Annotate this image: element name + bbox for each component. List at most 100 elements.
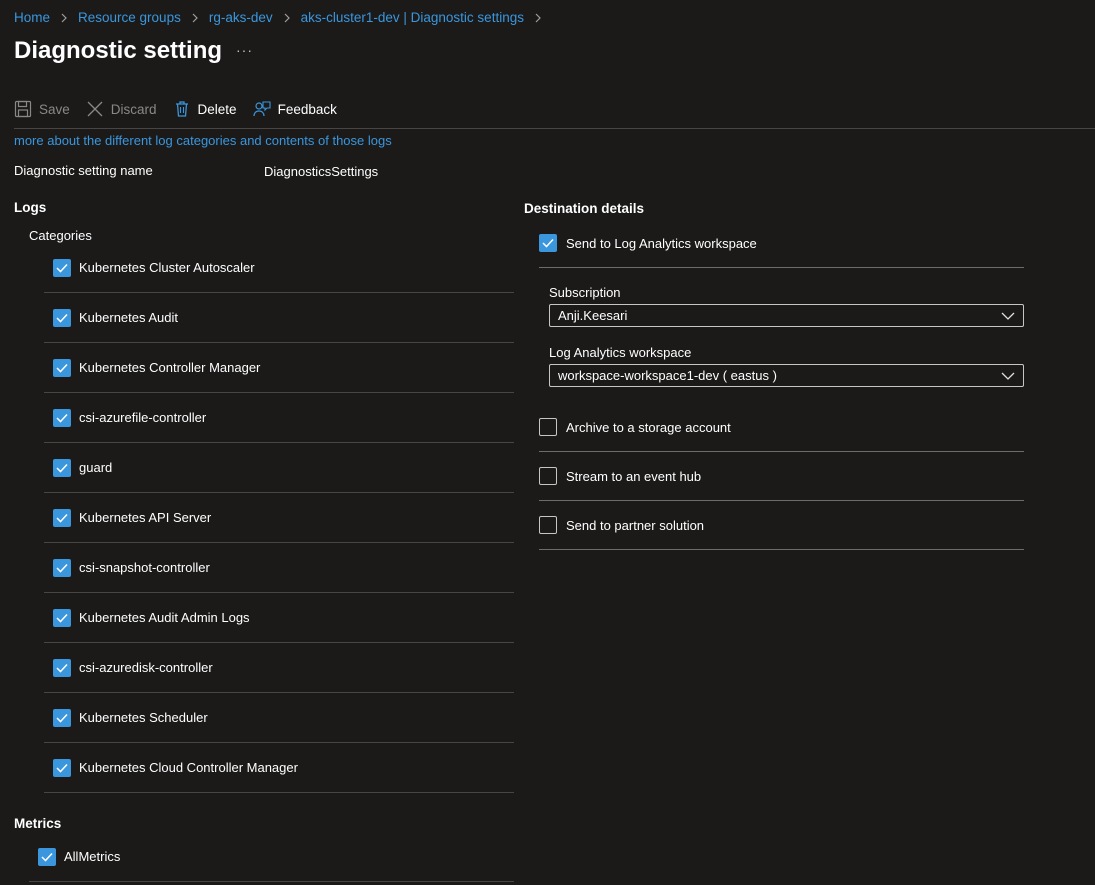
- checkmark-icon: [56, 763, 68, 773]
- checkmark-icon: [56, 563, 68, 573]
- feedback-button[interactable]: Feedback: [252, 100, 337, 118]
- trash-icon: [173, 100, 191, 118]
- chevron-down-icon: [1001, 312, 1015, 320]
- log-category-row[interactable]: Kubernetes Cluster Autoscaler: [44, 243, 514, 293]
- page-title: Diagnostic setting: [14, 37, 223, 64]
- event-hub-label: Stream to an event hub: [566, 468, 702, 484]
- log-category-checkbox[interactable]: [53, 758, 71, 777]
- discard-label: Discard: [110, 101, 157, 117]
- log-category-label: Kubernetes Audit Admin Logs: [79, 610, 250, 625]
- log-analytics-checkbox[interactable]: [539, 234, 557, 252]
- chevron-right-icon: [283, 13, 291, 23]
- log-category-checkbox[interactable]: [53, 558, 71, 577]
- breadcrumb-diagnostic-settings[interactable]: aks-cluster1-dev | Diagnostic settings: [301, 10, 524, 25]
- logs-heading: Logs: [14, 200, 47, 215]
- log-category-checkbox[interactable]: [53, 258, 71, 277]
- checkmark-icon: [542, 238, 554, 248]
- log-category-checkbox[interactable]: [53, 308, 71, 327]
- categories-label: Categories: [29, 228, 92, 243]
- log-categories-list: Kubernetes Cluster Autoscaler Kubernetes …: [44, 243, 514, 793]
- checkmark-icon: [56, 663, 68, 673]
- subscription-label: Subscription: [549, 285, 621, 300]
- log-category-checkbox[interactable]: [53, 708, 71, 727]
- checkmark-icon: [56, 613, 68, 623]
- partner-label: Send to partner solution: [566, 517, 705, 533]
- checkmark-icon: [56, 413, 68, 423]
- chevron-right-icon: [534, 13, 542, 23]
- log-category-label: Kubernetes Controller Manager: [79, 360, 261, 375]
- log-category-row[interactable]: Kubernetes Cloud Controller Manager: [44, 743, 514, 793]
- log-category-row[interactable]: csi-azuredisk-controller: [44, 643, 514, 693]
- checkmark-icon: [56, 463, 68, 473]
- log-category-label: Kubernetes API Server: [79, 510, 212, 525]
- dest-archive-row[interactable]: Archive to a storage account: [539, 403, 1024, 452]
- setting-name-label: Diagnostic setting name: [14, 163, 153, 178]
- log-categories-info-link[interactable]: more about the different log categories …: [14, 133, 392, 148]
- log-category-label: csi-azuredisk-controller: [79, 660, 213, 675]
- log-category-checkbox[interactable]: [53, 608, 71, 627]
- checkmark-icon: [56, 363, 68, 373]
- dest-event-hub-row[interactable]: Stream to an event hub: [539, 452, 1024, 501]
- subscription-select[interactable]: Anji.Keesari: [549, 304, 1024, 327]
- chevron-right-icon: [191, 13, 199, 23]
- log-category-label: Kubernetes Cluster Autoscaler: [79, 260, 255, 275]
- archive-checkbox[interactable]: [539, 418, 557, 436]
- more-options-button[interactable]: ···: [236, 42, 253, 58]
- dest-log-analytics-row[interactable]: Send to Log Analytics workspace: [539, 219, 1024, 268]
- event-hub-checkbox[interactable]: [539, 467, 557, 485]
- log-category-row[interactable]: Kubernetes Audit: [44, 293, 514, 343]
- log-category-row[interactable]: csi-snapshot-controller: [44, 543, 514, 593]
- log-category-label: Kubernetes Cloud Controller Manager: [79, 760, 298, 775]
- log-analytics-label: Send to Log Analytics workspace: [566, 235, 757, 251]
- close-icon: [86, 100, 104, 118]
- partner-checkbox[interactable]: [539, 516, 557, 534]
- breadcrumb: Home Resource groups rg-aks-dev aks-clus…: [14, 10, 552, 25]
- destination-heading: Destination details: [524, 201, 645, 216]
- chevron-right-icon: [60, 13, 68, 23]
- log-category-row[interactable]: csi-azurefile-controller: [44, 393, 514, 443]
- log-category-row[interactable]: Kubernetes API Server: [44, 493, 514, 543]
- checkmark-icon: [41, 852, 53, 862]
- chevron-down-icon: [1001, 372, 1015, 380]
- checkmark-icon: [56, 263, 68, 273]
- save-icon: [14, 100, 32, 118]
- log-category-label: Kubernetes Audit: [79, 310, 179, 325]
- save-label: Save: [39, 101, 70, 117]
- workspace-select[interactable]: workspace-workspace1-dev ( eastus ): [549, 364, 1024, 387]
- feedback-label: Feedback: [277, 101, 337, 117]
- log-category-checkbox[interactable]: [53, 408, 71, 427]
- archive-label: Archive to a storage account: [566, 419, 731, 435]
- delete-button[interactable]: Delete: [173, 100, 237, 118]
- breadcrumb-resource-group[interactable]: rg-aks-dev: [209, 10, 273, 25]
- log-category-row[interactable]: Kubernetes Scheduler: [44, 693, 514, 743]
- allmetrics-label: AllMetrics: [64, 849, 121, 864]
- log-category-row[interactable]: guard: [44, 443, 514, 493]
- feedback-icon: [252, 100, 271, 118]
- setting-name-value: DiagnosticsSettings: [264, 164, 379, 179]
- log-category-label: Kubernetes Scheduler: [79, 710, 208, 725]
- metrics-heading: Metrics: [14, 816, 62, 831]
- log-category-row[interactable]: Kubernetes Controller Manager: [44, 343, 514, 393]
- command-bar: Save Discard Delete Feedback: [14, 100, 353, 118]
- log-category-row[interactable]: Kubernetes Audit Admin Logs: [44, 593, 514, 643]
- subscription-value: Anji.Keesari: [558, 308, 628, 323]
- log-category-checkbox[interactable]: [53, 458, 71, 477]
- checkmark-icon: [56, 713, 68, 723]
- log-category-label: guard: [79, 460, 113, 475]
- log-category-checkbox[interactable]: [53, 508, 71, 527]
- dest-partner-row[interactable]: Send to partner solution: [539, 501, 1024, 550]
- save-button[interactable]: Save: [14, 100, 70, 118]
- metrics-row-allmetrics[interactable]: AllMetrics: [29, 832, 514, 882]
- allmetrics-checkbox[interactable]: [38, 847, 56, 866]
- log-category-checkbox[interactable]: [53, 658, 71, 677]
- breadcrumb-home[interactable]: Home: [14, 10, 50, 25]
- delete-label: Delete: [197, 101, 237, 117]
- checkmark-icon: [56, 513, 68, 523]
- log-category-label: csi-azurefile-controller: [79, 410, 207, 425]
- breadcrumb-resource-groups[interactable]: Resource groups: [78, 10, 181, 25]
- workspace-value: workspace-workspace1-dev ( eastus ): [558, 368, 777, 383]
- log-category-checkbox[interactable]: [53, 358, 71, 377]
- log-category-label: csi-snapshot-controller: [79, 560, 210, 575]
- workspace-label: Log Analytics workspace: [549, 345, 692, 360]
- discard-button[interactable]: Discard: [86, 100, 157, 118]
